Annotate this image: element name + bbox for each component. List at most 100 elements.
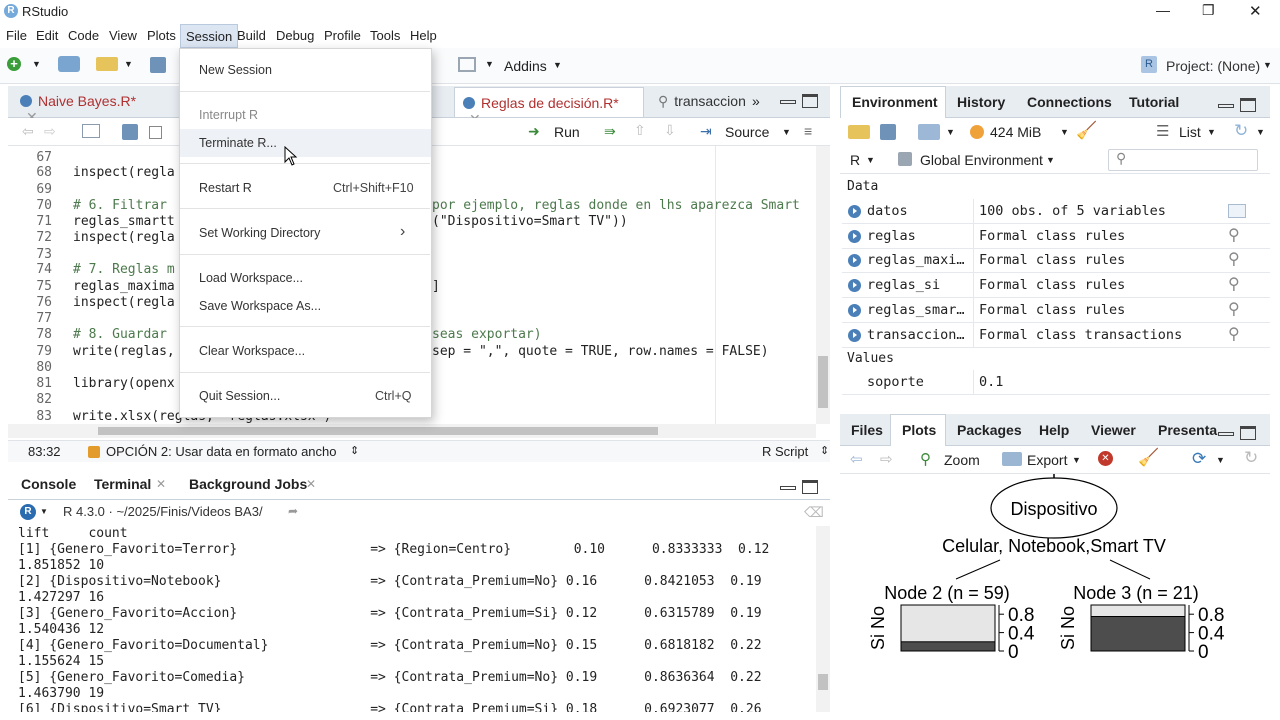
save-icon[interactable] — [122, 124, 138, 140]
source-arrow-icon[interactable]: ⇥ — [700, 123, 712, 140]
env-data-row[interactable]: datos 100 obs. of 5 variables — [842, 199, 1270, 224]
search-icon[interactable]: ⚲ — [1228, 225, 1240, 245]
close-icon[interactable]: ✕ — [156, 477, 166, 491]
env-data-row[interactable]: reglas_maxi… Formal class rules ⚲ — [842, 248, 1270, 274]
menu-item-new-session[interactable]: New Session — [199, 63, 272, 77]
console-vscrollbar[interactable] — [816, 526, 830, 712]
maximize-pane-icon[interactable] — [802, 480, 818, 494]
tab-help[interactable]: Help — [1039, 422, 1069, 438]
back-arrow-icon[interactable]: ⇦ — [22, 123, 34, 140]
broom-icon[interactable]: 🧹 — [1138, 448, 1159, 468]
menu-session[interactable]: Session — [180, 24, 239, 48]
console-output[interactable]: lift count [1] {Genero_Favorito=Terror} =… — [8, 524, 816, 712]
menu-item-save-workspace-as[interactable]: Save Workspace As... — [199, 299, 321, 313]
menu-code[interactable]: Code — [68, 28, 99, 43]
menu-view[interactable]: View — [109, 28, 137, 43]
outline-icon[interactable]: ≡ — [804, 123, 812, 139]
chevron-down-icon[interactable]: ▼ — [866, 155, 875, 165]
save-icon[interactable] — [880, 124, 896, 140]
language-select[interactable]: R — [850, 152, 860, 168]
updown-icon[interactable]: ⇕ — [350, 444, 359, 457]
tab-presentation[interactable]: Presenta — [1158, 422, 1217, 438]
tab-connections[interactable]: Connections — [1027, 94, 1112, 110]
tab-plots-label[interactable]: Plots — [902, 422, 936, 438]
run-arrow-icon[interactable]: ➜ — [528, 123, 540, 140]
refresh-icon[interactable]: ↻ — [1244, 448, 1258, 468]
chevron-down-icon[interactable]: ▼ — [124, 59, 133, 69]
menu-item-clear-workspace[interactable]: Clear Workspace... — [199, 344, 305, 358]
tab-naive-bayes[interactable]: Naive Bayes.R* ✕ — [12, 86, 162, 125]
menu-help[interactable]: Help — [410, 28, 437, 43]
chevron-down-icon[interactable]: ▼ — [32, 59, 41, 69]
tab-reglas[interactable]: Reglas de decisión.R* ✕ — [454, 87, 644, 127]
maximize-pane-icon[interactable] — [1240, 98, 1256, 112]
section-label[interactable]: OPCIÓN 2: Usar data en formato ancho — [106, 444, 337, 459]
search-icon[interactable]: ⚲ — [1228, 299, 1240, 319]
expand-icon[interactable] — [848, 254, 861, 268]
menu-item-terminate-r[interactable]: Terminate R... — [199, 136, 277, 150]
list-view-icon[interactable]: ☰ — [1156, 122, 1169, 140]
refresh-icon[interactable]: ↻ — [1234, 121, 1248, 141]
go-to-dir-icon[interactable]: ➦ — [288, 504, 298, 518]
rerun-icon[interactable]: ⇛ — [604, 123, 616, 140]
editor-vscrollbar[interactable] — [816, 146, 830, 424]
open-file-icon[interactable] — [96, 57, 118, 71]
updown-icon[interactable]: ⇕ — [820, 444, 829, 457]
expand-icon[interactable] — [848, 303, 861, 317]
import-dataset-icon[interactable] — [918, 124, 940, 140]
zoom-button[interactable]: Zoom — [944, 452, 980, 468]
minimize-pane-icon[interactable] — [780, 100, 796, 104]
addins-menu[interactable]: Addins — [504, 58, 547, 74]
menu-build[interactable]: Build — [237, 28, 266, 43]
tab-history[interactable]: History — [957, 94, 1005, 110]
minimize-pane-icon[interactable] — [780, 486, 796, 490]
menu-tools[interactable]: Tools — [370, 28, 400, 43]
expand-icon[interactable] — [848, 279, 861, 293]
file-type[interactable]: R Script — [762, 444, 808, 459]
maximize-pane-icon[interactable] — [802, 94, 818, 108]
load-workspace-icon[interactable] — [848, 125, 870, 139]
export-button[interactable]: Export — [1027, 452, 1067, 468]
view-mode[interactable]: List — [1179, 124, 1201, 140]
previous-plot-icon[interactable]: ⇦ — [850, 450, 863, 468]
menu-file[interactable]: File — [6, 28, 27, 43]
menu-edit[interactable]: Edit — [36, 28, 58, 43]
clear-console-icon[interactable]: ⌫ — [804, 504, 824, 521]
env-value-row[interactable]: soporte 0.1 — [842, 370, 1270, 395]
close-icon[interactable]: ✕ — [306, 477, 316, 491]
export-icon[interactable] — [1002, 452, 1022, 466]
source-button[interactable]: Source — [725, 124, 769, 140]
run-button[interactable]: Run — [554, 124, 580, 140]
chevron-down-icon[interactable]: ▼ — [946, 127, 955, 137]
remove-plot-icon[interactable]: ✕ — [1098, 451, 1113, 466]
new-file-icon[interactable]: + — [7, 57, 21, 71]
menu-plots[interactable]: Plots — [147, 28, 176, 43]
env-search-input[interactable] — [1108, 149, 1258, 171]
chevron-down-icon[interactable]: ▼ — [782, 127, 791, 137]
environment-select[interactable]: Global Environment — [920, 152, 1043, 168]
editor-hscrollbar[interactable] — [8, 424, 816, 438]
up-arrow-icon[interactable]: ⇧ — [634, 122, 646, 139]
minimize-button[interactable]: — — [1156, 2, 1170, 18]
scroll-thumb[interactable] — [818, 674, 828, 690]
search-icon[interactable]: ⚲ — [1228, 274, 1240, 294]
tab-background-jobs[interactable]: Background Jobs — [189, 476, 307, 492]
tab-terminal[interactable]: Terminal — [94, 476, 151, 492]
env-data-row[interactable]: reglas Formal class rules ⚲ — [842, 223, 1270, 249]
more-tabs-icon[interactable]: » — [752, 93, 760, 109]
chevron-down-icon[interactable]: ▼ — [1216, 455, 1225, 465]
search-icon[interactable]: ⚲ — [1228, 249, 1240, 269]
scroll-thumb[interactable] — [818, 356, 828, 408]
close-button[interactable]: ✕ — [1249, 2, 1262, 20]
down-arrow-icon[interactable]: ⇩ — [664, 122, 676, 139]
memory-usage[interactable]: 424 MiB — [990, 124, 1041, 140]
project-menu[interactable]: Project: (None) — [1166, 58, 1260, 74]
chevron-down-icon[interactable]: ▼ — [1046, 155, 1055, 165]
chevron-down-icon[interactable]: ▼ — [485, 59, 494, 69]
tab-environment-label[interactable]: Environment — [852, 94, 938, 110]
env-data-row[interactable]: reglas_si Formal class rules ⚲ — [842, 273, 1270, 299]
scroll-thumb[interactable] — [98, 427, 658, 435]
new-project-icon[interactable] — [58, 56, 80, 72]
tab-console[interactable]: Console — [21, 476, 76, 492]
chevron-down-icon[interactable]: ▼ — [1072, 455, 1081, 465]
